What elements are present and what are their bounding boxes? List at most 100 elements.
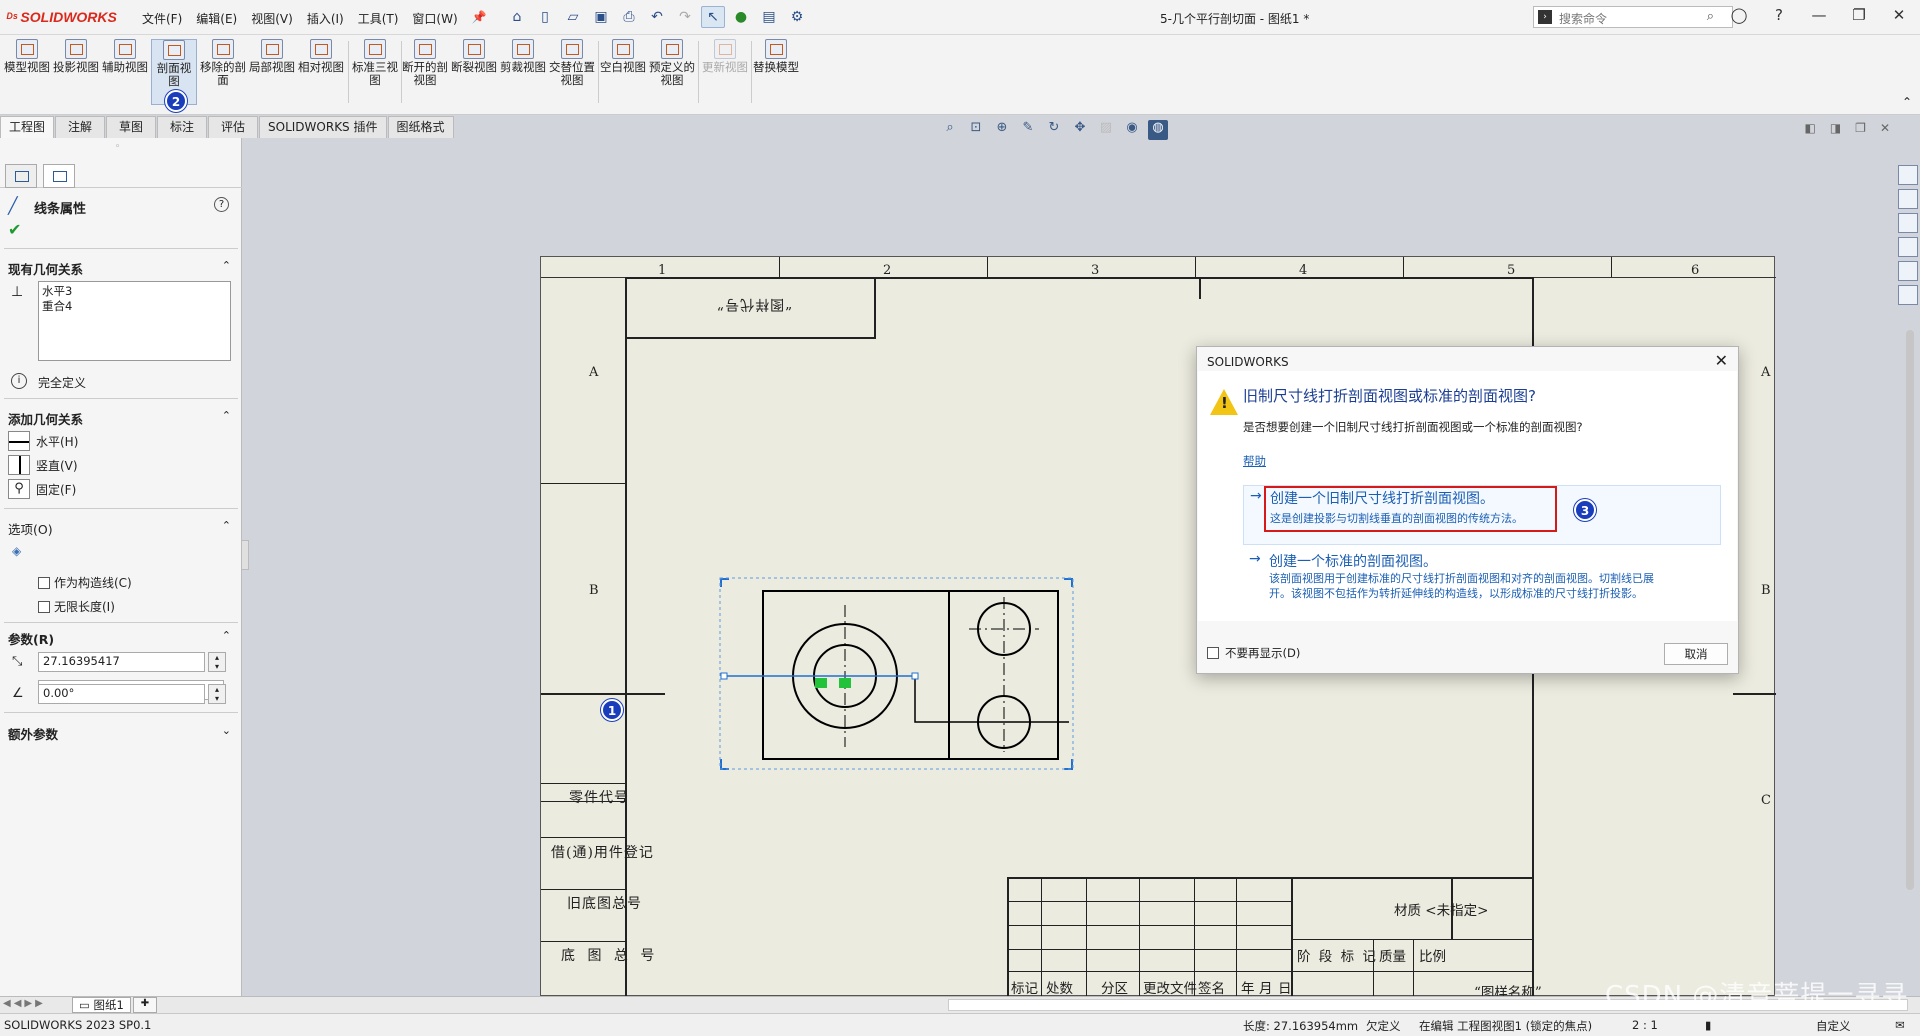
angle-field[interactable]: 0.00° — [38, 684, 205, 704]
display-style-icon[interactable]: ▨ — [1096, 120, 1116, 140]
view-palette-icon[interactable] — [1898, 237, 1918, 257]
vertical-scrollbar[interactable] — [1906, 330, 1914, 890]
tab-annotation[interactable]: 注解 — [55, 116, 106, 138]
parameters-header[interactable]: 参数(R) — [8, 629, 54, 648]
solidworks-resources-icon[interactable] — [1898, 165, 1918, 185]
close-icon[interactable]: ✕ — [1888, 6, 1910, 24]
tab-drawing[interactable]: 工程图 — [0, 116, 55, 138]
menu-file[interactable]: 文件(F) — [142, 10, 182, 27]
panel-splitter[interactable] — [241, 540, 249, 570]
construction-checkbox[interactable]: 作为构造线(C) — [38, 574, 132, 591]
sheet-tab[interactable]: ▭ 图纸1 — [72, 997, 131, 1013]
message-icon[interactable]: ✉ — [1895, 1018, 1905, 1032]
viewport-icon-2[interactable]: ◨ — [1830, 121, 1841, 135]
tab-addins[interactable]: SOLIDWORKS 插件 — [259, 116, 387, 138]
checkbox-box[interactable] — [38, 600, 50, 613]
options-header[interactable]: 选项(O) — [8, 519, 53, 538]
drawing-view-1[interactable] — [719, 577, 1075, 777]
hide-show-icon[interactable]: ◉ — [1122, 120, 1142, 140]
legacy-section-view-option[interactable]: → 创建一个旧制尺寸线打折剖面视图。 这是创建投影与切割线垂直的剖面视图的传统方… — [1243, 485, 1721, 545]
minimize-icon[interactable]: — — [1808, 6, 1830, 24]
relation-vertical[interactable]: 竖直(V) — [8, 455, 78, 475]
update-view-button[interactable]: 更新视图 — [702, 39, 748, 105]
checkbox-box[interactable] — [38, 576, 50, 589]
sketch-tool-icon[interactable]: ✎ — [1018, 120, 1038, 140]
detail-view-button[interactable]: 局部视图 — [249, 39, 295, 105]
help-icon[interactable]: ? — [214, 197, 229, 212]
pin-icon[interactable]: 📌 — [472, 10, 487, 27]
relation-fix[interactable]: ⚲ 固定(F) — [8, 479, 76, 499]
existing-relations-header[interactable]: 现有几何关系 — [8, 259, 83, 278]
break-view-button[interactable]: 断裂视图 — [451, 39, 497, 105]
menu-window[interactable]: 窗口(W) — [412, 10, 457, 27]
close-doc-icon[interactable]: ✕ — [1880, 121, 1890, 135]
removed-section-button[interactable]: 移除的剖面 — [200, 39, 246, 105]
redo-icon[interactable]: ↷ — [673, 6, 697, 28]
existing-relations-list[interactable]: 水平3 重合4 — [38, 281, 231, 361]
pan-icon[interactable]: ✥ — [1070, 120, 1090, 140]
model-view-button[interactable]: 模型视图 — [4, 39, 50, 105]
dialog-close-icon[interactable]: ✕ — [1715, 351, 1728, 370]
open-icon[interactable]: ▱ — [561, 6, 585, 28]
relation-horizontal[interactable]: 水平(H) — [8, 431, 78, 451]
rebuild-status-icon[interactable]: ▮ — [1705, 1018, 1711, 1032]
file-explorer-icon[interactable] — [1898, 213, 1918, 233]
zoom-in-out-icon[interactable]: ⊕ — [992, 120, 1012, 140]
crop-view-button[interactable]: 剪裁视图 — [500, 39, 546, 105]
broken-out-section-button[interactable]: 断开的剖视图 — [402, 39, 448, 105]
menu-insert[interactable]: 插入(I) — [307, 10, 344, 27]
print-icon[interactable]: ⎙ — [617, 6, 641, 28]
tab-markup[interactable]: 标注 — [157, 116, 208, 138]
viewport-icon-1[interactable]: ◧ — [1804, 121, 1815, 135]
tab-sketch[interactable]: 草图 — [106, 116, 157, 138]
design-library-icon[interactable] — [1898, 189, 1918, 209]
file-properties-icon[interactable]: ▤ — [757, 6, 781, 28]
empty-view-button[interactable]: 空白视图 — [600, 39, 646, 105]
undo-icon[interactable]: ↶ — [645, 6, 669, 28]
add-sheet-icon[interactable]: ✚ — [133, 997, 157, 1013]
ok-check-icon[interactable]: ✔ — [8, 220, 21, 239]
collapse-chevron-icon[interactable]: ⌃ — [222, 259, 231, 272]
zoom-area-icon[interactable]: ⊡ — [966, 120, 986, 140]
extra-parameters-header[interactable]: 额外参数 — [8, 724, 58, 743]
menu-view[interactable]: 视图(V) — [251, 10, 293, 27]
collapse-chevron-icon[interactable]: ⌃ — [222, 409, 231, 422]
list-item[interactable]: 重合4 — [42, 299, 227, 314]
projected-view-button[interactable]: 投影视图 — [53, 39, 99, 105]
collapse-chevron-icon[interactable]: ⌃ — [222, 629, 231, 642]
tab-sheet-format[interactable]: 图纸格式 — [387, 116, 454, 138]
cancel-button[interactable]: 取消 — [1664, 643, 1728, 665]
collapse-chevron-icon[interactable]: ⌃ — [222, 519, 231, 532]
panel-grip-icon[interactable]: ◦ — [115, 142, 120, 152]
length-spinner[interactable]: ▴ ▾ — [208, 652, 226, 672]
rebuild-icon[interactable]: ● — [729, 6, 753, 28]
select-icon[interactable]: ↖ — [701, 6, 725, 28]
auxiliary-view-button[interactable]: 辅助视图 — [102, 39, 148, 105]
home-icon[interactable]: ⌂ — [505, 6, 529, 28]
infinite-length-checkbox[interactable]: 无限长度(I) — [38, 598, 115, 615]
relative-view-button[interactable]: 相对视图 — [298, 39, 344, 105]
alternate-position-view-button[interactable]: 交替位置视图 — [549, 39, 595, 105]
units-readout[interactable]: 自定义 — [1816, 1018, 1851, 1034]
checkbox-box[interactable] — [1207, 647, 1219, 659]
list-item[interactable]: 水平3 — [42, 284, 227, 299]
appearance-icon[interactable]: ◍ — [1148, 120, 1168, 140]
add-relations-header[interactable]: 添加几何关系 — [8, 409, 83, 428]
angle-spinner[interactable]: ▴ ▾ — [208, 684, 226, 704]
user-icon[interactable]: ◯ — [1728, 6, 1750, 24]
predefined-view-button[interactable]: 预定义的视图 — [649, 39, 695, 105]
minimize-doc-icon[interactable]: ❐ — [1855, 121, 1866, 135]
zoom-to-fit-icon[interactable]: ⌕ — [940, 120, 960, 140]
expand-chevron-icon[interactable]: ⌄ — [222, 724, 231, 737]
new-document-icon[interactable]: ▯ — [533, 6, 557, 28]
property-manager-tab[interactable] — [43, 164, 75, 188]
scale-readout[interactable]: 2 : 1 — [1632, 1018, 1658, 1032]
standard-section-view-option[interactable]: → 创建一个标准的剖面视图。 该剖面视图用于创建标准的尺寸线打折剖面视图和对齐的… — [1243, 549, 1721, 611]
options-gear-icon[interactable]: ⚙ — [785, 6, 809, 28]
search-input[interactable]: › 搜索命令 ⌕ — [1533, 6, 1733, 28]
length-field[interactable]: 27.16395417 — [38, 652, 205, 672]
help-icon[interactable]: ? — [1768, 6, 1790, 24]
solidworks-logo[interactable]: ᴰˢ SOLIDWORKS — [6, 9, 117, 25]
restore-icon[interactable]: ❐ — [1848, 6, 1870, 24]
appearances-icon[interactable] — [1898, 261, 1918, 281]
